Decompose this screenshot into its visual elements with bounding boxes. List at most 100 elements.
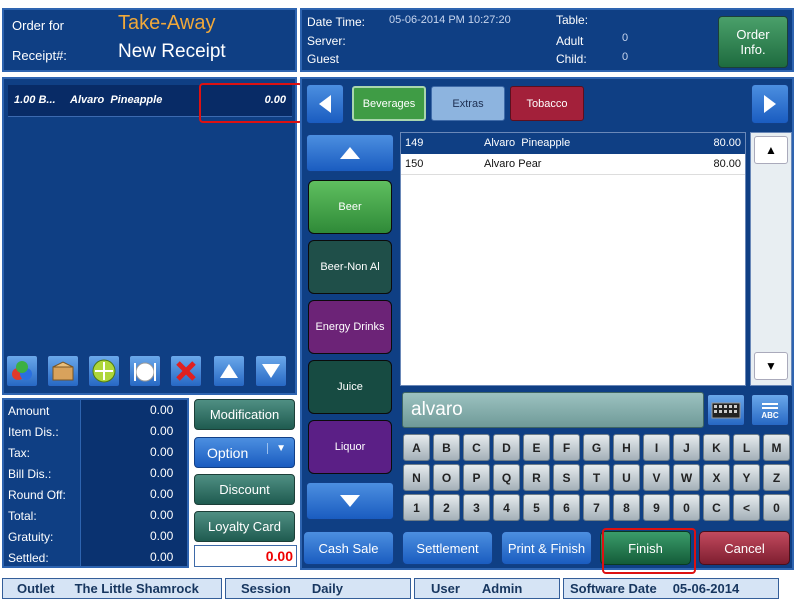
key-row1-7[interactable]: H [613,434,640,461]
key-row3-9[interactable]: 0 [673,494,700,521]
finish-highlight-box [602,528,696,574]
key-row1-3[interactable]: D [493,434,520,461]
key-row1-2[interactable]: C [463,434,490,461]
settlement-button[interactable]: Settlement [402,531,493,565]
category-scroll-up-button[interactable] [306,134,394,172]
tab-extras[interactable]: Extras [431,86,505,121]
move-up-icon[interactable] [213,355,245,387]
tab-tobacco[interactable]: Tobacco [510,86,584,121]
keyboard-toggle-button[interactable] [707,394,745,426]
key-row1-11[interactable]: L [733,434,760,461]
tab-beverages[interactable]: Beverages [352,86,426,121]
key-row3-1[interactable]: 2 [433,494,460,521]
category-beer[interactable]: Beer [308,180,392,234]
key-row2-9[interactable]: W [673,464,700,491]
balance-display: 0.00 [194,545,297,567]
key-row1-8[interactable]: I [643,434,670,461]
scroll-up-button[interactable]: ▲ [754,136,788,164]
total-label-amount: Amount [8,404,50,418]
discount-button[interactable]: Discount [194,474,295,505]
print-finish-button[interactable]: Print & Finish [501,531,592,565]
product-code: 150 [405,158,424,170]
key-row1-4[interactable]: E [523,434,550,461]
box-icon[interactable] [47,355,79,387]
category-beer-non-al[interactable]: Beer-Non Al [308,240,392,294]
adult-label: Adult [556,34,584,48]
key-row1-12[interactable]: M [763,434,790,461]
session-label: Session [241,581,291,596]
total-label-settled: Settled: [8,551,49,565]
category-liquor[interactable]: Liquor [308,420,392,474]
order-header-panel: Order for Take-Away Receipt#: New Receip… [2,8,297,72]
key-row2-4[interactable]: R [523,464,550,491]
swap-icon [762,402,778,409]
product-scrollbar[interactable]: ▲ ▼ [750,132,792,386]
product-row[interactable]: 150 Alvaro Pear 80.00 [401,154,745,175]
order-info-button[interactable]: Order Info. [718,16,788,68]
total-label-bill-discount: Bill Dis.: [8,467,52,481]
key-row3-4[interactable]: 5 [523,494,550,521]
product-row[interactable]: 149 Alvaro Pineapple 80.00 [401,133,745,154]
category-energy-drinks[interactable]: Energy Drinks [308,300,392,354]
abc-mode-button[interactable]: ABC [751,394,789,426]
move-down-icon[interactable] [255,355,287,387]
chevron-down-icon: ▼ [765,359,777,373]
total-label-item-discount: Item Dis.: [8,425,59,439]
lime-icon[interactable] [88,355,120,387]
software-date-label: Software Date [570,581,657,596]
scroll-down-button[interactable]: ▼ [754,352,788,380]
receipt-label: Receipt#: [12,48,67,63]
datetime-value: 05-06-2014 PM 10:27:20 [389,14,511,26]
server-label: Server: [307,34,346,48]
key-row2-0[interactable]: N [403,464,430,491]
key-row2-7[interactable]: U [613,464,640,491]
outlet-label: Outlet [17,581,55,596]
key-row1-9[interactable]: J [673,434,700,461]
category-juice[interactable]: Juice [308,360,392,414]
key-row2-10[interactable]: X [703,464,730,491]
status-session: Session Daily [225,578,411,599]
key-row3-6[interactable]: 7 [583,494,610,521]
option-button[interactable]: Option ▼ [194,437,295,468]
key-row3-8[interactable]: 9 [643,494,670,521]
key-row2-2[interactable]: P [463,464,490,491]
key-row3-5[interactable]: 6 [553,494,580,521]
key-row2-5[interactable]: S [553,464,580,491]
key-row3-11[interactable]: < [733,494,760,521]
key-row3-0[interactable]: 1 [403,494,430,521]
delete-icon[interactable] [170,355,202,387]
key-row1-10[interactable]: K [703,434,730,461]
cancel-button[interactable]: Cancel [699,531,790,565]
key-row2-6[interactable]: T [583,464,610,491]
key-row2-3[interactable]: Q [493,464,520,491]
key-row2-8[interactable]: V [643,464,670,491]
keyboard-icon [711,402,741,419]
tabs-prev-button[interactable] [306,84,344,124]
user-value: Admin [481,581,523,596]
search-input[interactable]: alvaro [402,392,704,428]
dropdown-arrow-icon: ▼ [267,443,286,454]
key-row3-12[interactable]: 0 [763,494,790,521]
combo-icon[interactable] [6,355,38,387]
cash-sale-button[interactable]: Cash Sale [303,531,394,565]
category-scroll-down-button[interactable] [306,482,394,520]
key-row1-5[interactable]: F [553,434,580,461]
status-software-date: Software Date 05-06-2014 [563,578,779,599]
key-row2-11[interactable]: Y [733,464,760,491]
tabs-next-button[interactable] [751,84,789,124]
key-row2-1[interactable]: O [433,464,460,491]
session-value: Daily [311,581,343,596]
arrow-up-icon [340,147,360,159]
key-row1-0[interactable]: A [403,434,430,461]
dine-plate-icon[interactable] [129,355,161,387]
key-row3-3[interactable]: 4 [493,494,520,521]
loyalty-card-button[interactable]: Loyalty Card [194,511,295,542]
modification-button[interactable]: Modification [194,399,295,430]
key-row1-1[interactable]: B [433,434,460,461]
key-row2-12[interactable]: Z [763,464,790,491]
key-row1-6[interactable]: G [583,434,610,461]
key-row3-2[interactable]: 3 [463,494,490,521]
key-row3-7[interactable]: 8 [613,494,640,521]
amount-highlight-box [199,83,303,123]
key-row3-10[interactable]: C [703,494,730,521]
